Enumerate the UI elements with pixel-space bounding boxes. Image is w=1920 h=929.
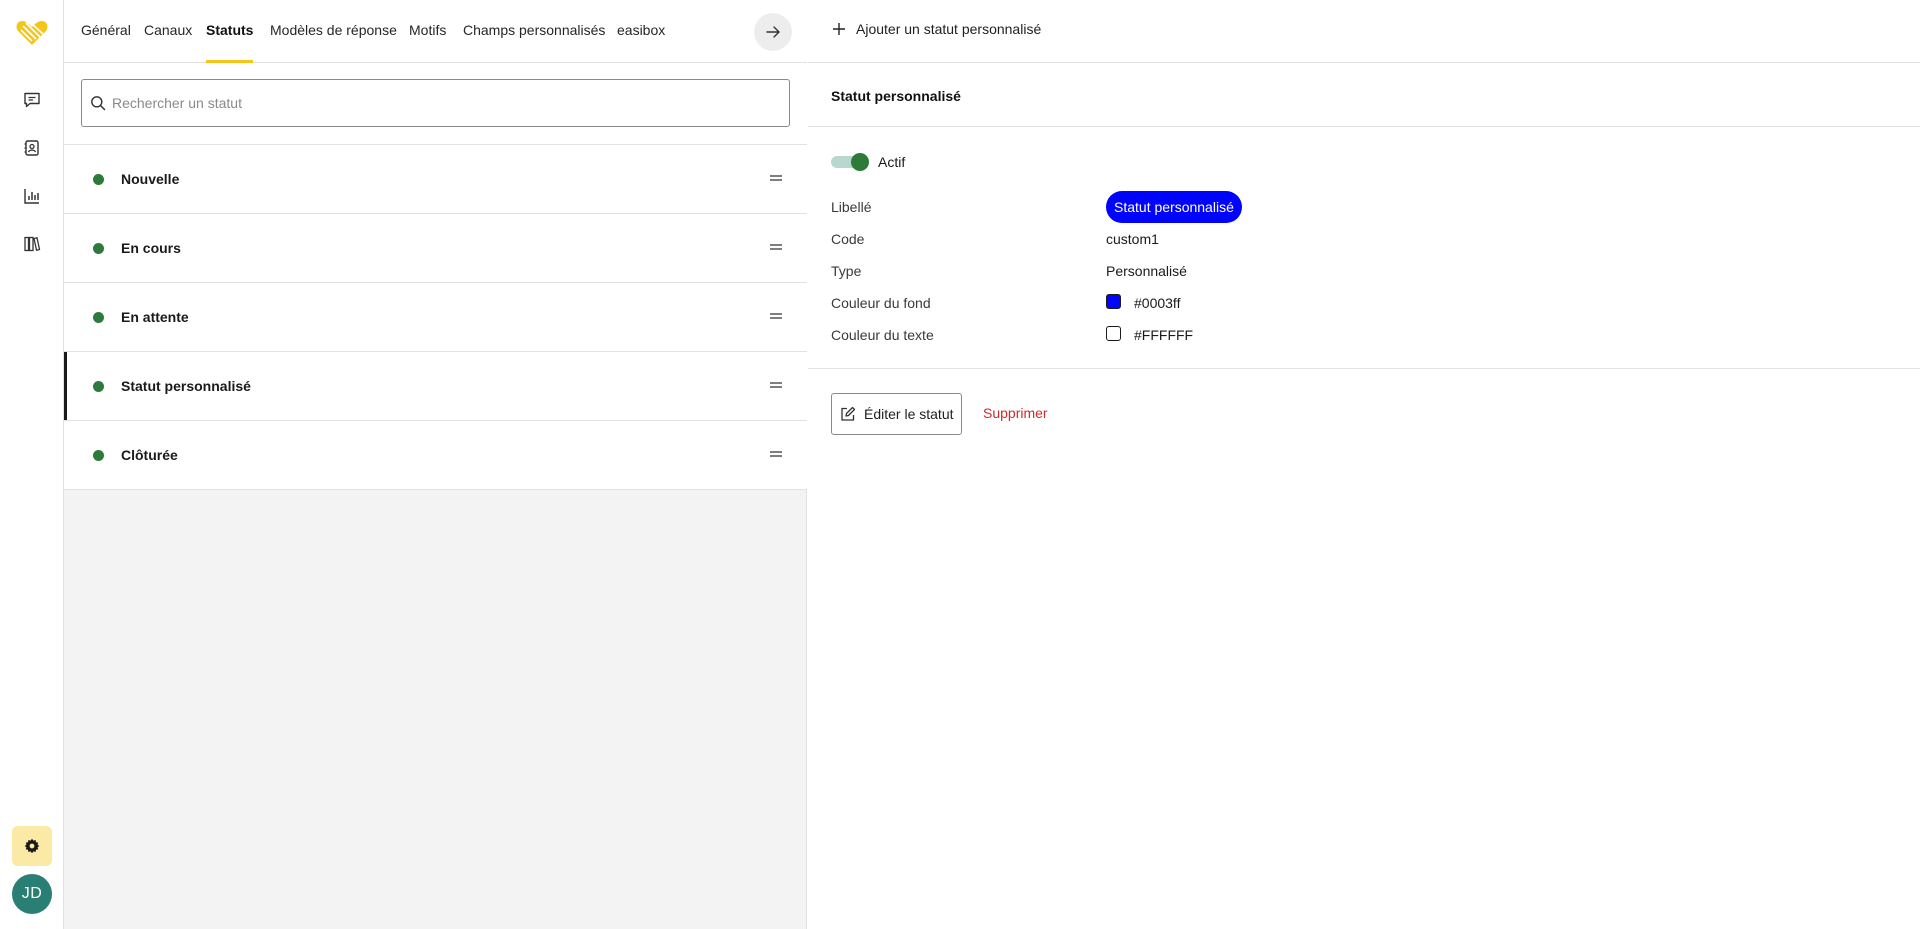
- status-label: Nouvelle: [121, 171, 180, 187]
- status-dot: [93, 243, 104, 254]
- status-dot: [93, 381, 104, 392]
- gear-icon: [24, 838, 40, 854]
- type-value: Personnalisé: [1106, 263, 1187, 279]
- drag-handle-icon[interactable]: [769, 311, 783, 321]
- status-dot: [93, 312, 104, 323]
- conversations-nav[interactable]: [18, 86, 46, 114]
- text-color-value: #FFFFFF: [1134, 327, 1194, 343]
- type-label: Type: [831, 263, 862, 279]
- status-label: Statut personnalisé: [121, 378, 251, 394]
- bg-color-value: #0003ff: [1134, 295, 1181, 311]
- search-input[interactable]: [112, 81, 782, 125]
- status-dot: [93, 450, 104, 461]
- search-icon: [91, 96, 106, 111]
- status-detail-panel: Ajouter un statut personnalisé Statut pe…: [808, 0, 1920, 929]
- drag-handle-icon[interactable]: [769, 242, 783, 252]
- chat-icon: [24, 92, 40, 108]
- edit-status-label: Éditer le statut: [864, 406, 954, 422]
- detail-fields: Actif Libellé Statut personnalisé Code c…: [808, 127, 1920, 369]
- settings-button[interactable]: [12, 826, 52, 866]
- plus-icon: [833, 23, 845, 35]
- tab-statuts[interactable]: Statuts: [206, 0, 254, 63]
- add-custom-status-label: Ajouter un statut personnalisé: [856, 21, 1042, 37]
- analytics-icon: [24, 189, 39, 204]
- collapse-button[interactable]: [754, 13, 792, 51]
- settings-tabs: Général Canaux Statuts Modèles de répons…: [64, 0, 807, 63]
- code-value: custom1: [1106, 231, 1159, 247]
- list-item-selected[interactable]: Statut personnalisé: [64, 352, 807, 421]
- status-label: En attente: [121, 309, 189, 325]
- contacts-nav[interactable]: [18, 134, 46, 162]
- analytics-nav[interactable]: [18, 182, 46, 210]
- text-color-swatch: [1106, 326, 1121, 341]
- libelle-label: Libellé: [831, 199, 872, 215]
- detail-toolbar: Ajouter un statut personnalisé: [808, 0, 1920, 63]
- drag-handle-icon[interactable]: [769, 380, 783, 390]
- tab-motifs[interactable]: Motifs: [409, 0, 446, 63]
- list-item[interactable]: En attente: [64, 283, 807, 352]
- tab-easibox[interactable]: easibox: [617, 0, 665, 63]
- library-nav[interactable]: [18, 230, 46, 258]
- arrow-right-icon: [766, 26, 780, 38]
- contacts-icon: [24, 140, 39, 156]
- delete-button[interactable]: Supprimer: [983, 405, 1048, 421]
- add-custom-status-button[interactable]: Ajouter un statut personnalisé: [832, 21, 1041, 37]
- status-label: En cours: [121, 240, 181, 256]
- status-dot: [93, 174, 104, 185]
- active-toggle[interactable]: [831, 153, 869, 171]
- brand-logo-icon[interactable]: [14, 14, 50, 50]
- library-icon: [24, 236, 41, 252]
- detail-title: Statut personnalisé: [831, 88, 961, 104]
- edit-status-button[interactable]: Éditer le statut: [831, 393, 962, 435]
- drag-handle-icon[interactable]: [769, 173, 783, 183]
- toggle-knob: [851, 153, 869, 171]
- list-item[interactable]: Nouvelle: [64, 145, 807, 214]
- detail-header: Statut personnalisé: [808, 63, 1920, 127]
- tab-canaux[interactable]: Canaux: [144, 0, 192, 63]
- tab-modeles-de-reponse[interactable]: Modèles de réponse: [270, 0, 397, 63]
- tab-general[interactable]: Général: [81, 0, 131, 63]
- status-list-panel: Général Canaux Statuts Modèles de répons…: [64, 0, 807, 929]
- active-label: Actif: [878, 154, 906, 170]
- list-item[interactable]: Clôturée: [64, 421, 807, 490]
- status-label: Clôturée: [121, 447, 178, 463]
- search-bar: [64, 63, 807, 145]
- search-box[interactable]: [81, 79, 790, 127]
- text-color-label: Couleur du texte: [831, 327, 934, 343]
- tab-champs-personnalises[interactable]: Champs personnalisés: [463, 0, 605, 63]
- bg-color-label: Couleur du fond: [831, 295, 931, 311]
- edit-icon: [841, 406, 856, 421]
- list-item[interactable]: En cours: [64, 214, 807, 283]
- avatar[interactable]: JD: [12, 874, 52, 914]
- code-label: Code: [831, 231, 865, 247]
- status-preview-badge: Statut personnalisé: [1106, 191, 1242, 223]
- app-rail: JD: [0, 0, 64, 929]
- drag-handle-icon[interactable]: [769, 449, 783, 459]
- bg-color-swatch: [1106, 294, 1121, 309]
- status-list: Nouvelle En cours En attente Statut pers…: [64, 145, 807, 490]
